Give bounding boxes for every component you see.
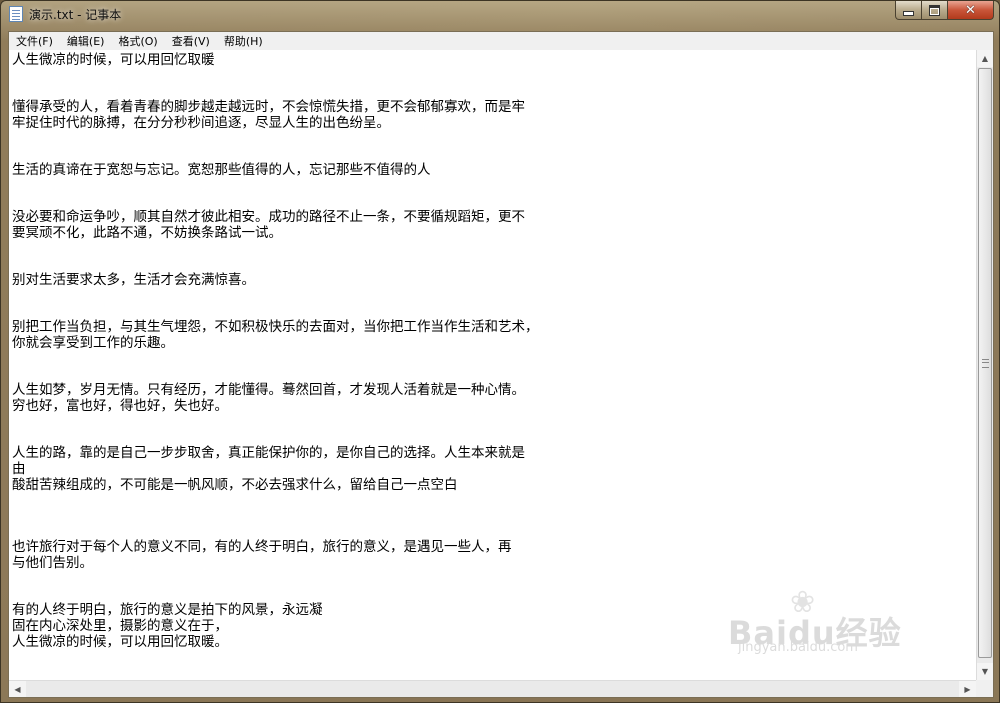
text-line: 与他们告别。	[12, 555, 93, 571]
caption-buttons: ✕	[895, 1, 994, 21]
vertical-scroll-thumb[interactable]	[978, 68, 992, 658]
minimize-icon	[903, 10, 914, 16]
notepad-icon[interactable]	[9, 6, 23, 22]
grip-icon	[982, 359, 989, 368]
menu-format[interactable]: 格式(O)	[111, 32, 164, 50]
close-icon: ✕	[965, 2, 976, 18]
text-line: 穷也好，富也好，得也好，失也好。	[12, 398, 228, 414]
horizontal-scrollbar[interactable]: ◀ ▶	[9, 680, 976, 697]
scroll-left-arrow-icon[interactable]: ◀	[9, 681, 26, 697]
menu-view[interactable]: 查看(V)	[165, 32, 217, 50]
text-line: 懂得承受的人，看着青春的脚步越走越远时，不会惊慌失措，更不会郁郁寡欢，而是牢	[12, 99, 525, 115]
menu-bar: 文件(F) 编辑(E) 格式(O) 查看(V) 帮助(H)	[9, 32, 993, 51]
text-line: 人生微凉的时候，可以用回忆取暖	[12, 52, 215, 68]
text-editor[interactable]: 人生微凉的时候，可以用回忆取暖 懂得承受的人，看着青春的脚步越走越远时，不会惊慌…	[9, 50, 976, 680]
menu-help[interactable]: 帮助(H)	[217, 32, 270, 50]
watermark-url: jingyan.baidu.com	[738, 640, 858, 655]
text-line: 牢捉住时代的脉搏，在分分秒秒间追逐，尽显人生的出色纷呈。	[12, 115, 390, 131]
text-line: 你就会享受到工作的乐趣。	[12, 335, 174, 351]
text-line: 别对生活要求太多，生活才会充满惊喜。	[12, 272, 255, 288]
vertical-scrollbar[interactable]: ▲ ▼	[976, 50, 993, 680]
text-line: 没必要和命运争吵，顺其自然才彼此相安。成功的路径不止一条，不要循规蹈矩，更不	[12, 209, 525, 225]
minimize-button[interactable]	[895, 1, 922, 20]
text-line: 也许旅行对于每个人的意义不同，有的人终于明白，旅行的意义，是遇见一些人，再	[12, 539, 512, 555]
title-bar[interactable]: 演示.txt - 记事本 ✕	[1, 1, 999, 29]
baidu-watermark: ❀ Baidu经验 jingyan.baidu.com	[728, 588, 948, 658]
text-line: 固在内心深处里，摄影的意义在于，	[12, 618, 228, 634]
text-line: 人生的路，靠的是自己一步步取舍，真正能保护你的，是你自己的选择。人生本来就是	[12, 445, 525, 461]
maximize-button[interactable]	[922, 1, 948, 20]
scrollbar-corner	[976, 680, 993, 697]
menu-edit[interactable]: 编辑(E)	[60, 32, 112, 50]
text-line: 人生微凉的时候，可以用回忆取暖。	[12, 634, 228, 650]
menu-file[interactable]: 文件(F)	[9, 32, 60, 50]
notepad-window: 演示.txt - 记事本 ✕ 文件(F) 编辑(E) 格式(O) 查看(V) 帮…	[0, 0, 1000, 703]
window-title: 演示.txt - 记事本	[29, 8, 122, 22]
text-line: 酸甜苦辣组成的，不可能是一帆风顺，不必去强求什么，留给自己一点空白	[12, 477, 458, 493]
close-button[interactable]: ✕	[948, 1, 994, 20]
text-line: 人生如梦，岁月无情。只有经历，才能懂得。蓦然回首，才发现人活着就是一种心情。	[12, 382, 525, 398]
scroll-right-arrow-icon[interactable]: ▶	[959, 681, 976, 697]
scroll-up-arrow-icon[interactable]: ▲	[977, 50, 993, 67]
maximize-icon	[929, 4, 940, 16]
text-line: 要冥顽不化，此路不通，不妨换条路试一试。	[12, 225, 282, 241]
text-line: 由	[12, 461, 26, 477]
client-area: 文件(F) 编辑(E) 格式(O) 查看(V) 帮助(H) 人生微凉的时候，可以…	[8, 31, 994, 698]
text-line: 生活的真谛在于宽恕与忘记。宽恕那些值得的人，忘记那些不值得的人	[12, 162, 431, 178]
text-line: 别把工作当负担，与其生气埋怨，不如积极快乐的去面对，当你把工作当作生活和艺术，	[12, 319, 539, 335]
scroll-down-arrow-icon[interactable]: ▼	[977, 663, 993, 680]
text-line: 有的人终于明白，旅行的意义是拍下的风景，永远凝	[12, 602, 323, 618]
